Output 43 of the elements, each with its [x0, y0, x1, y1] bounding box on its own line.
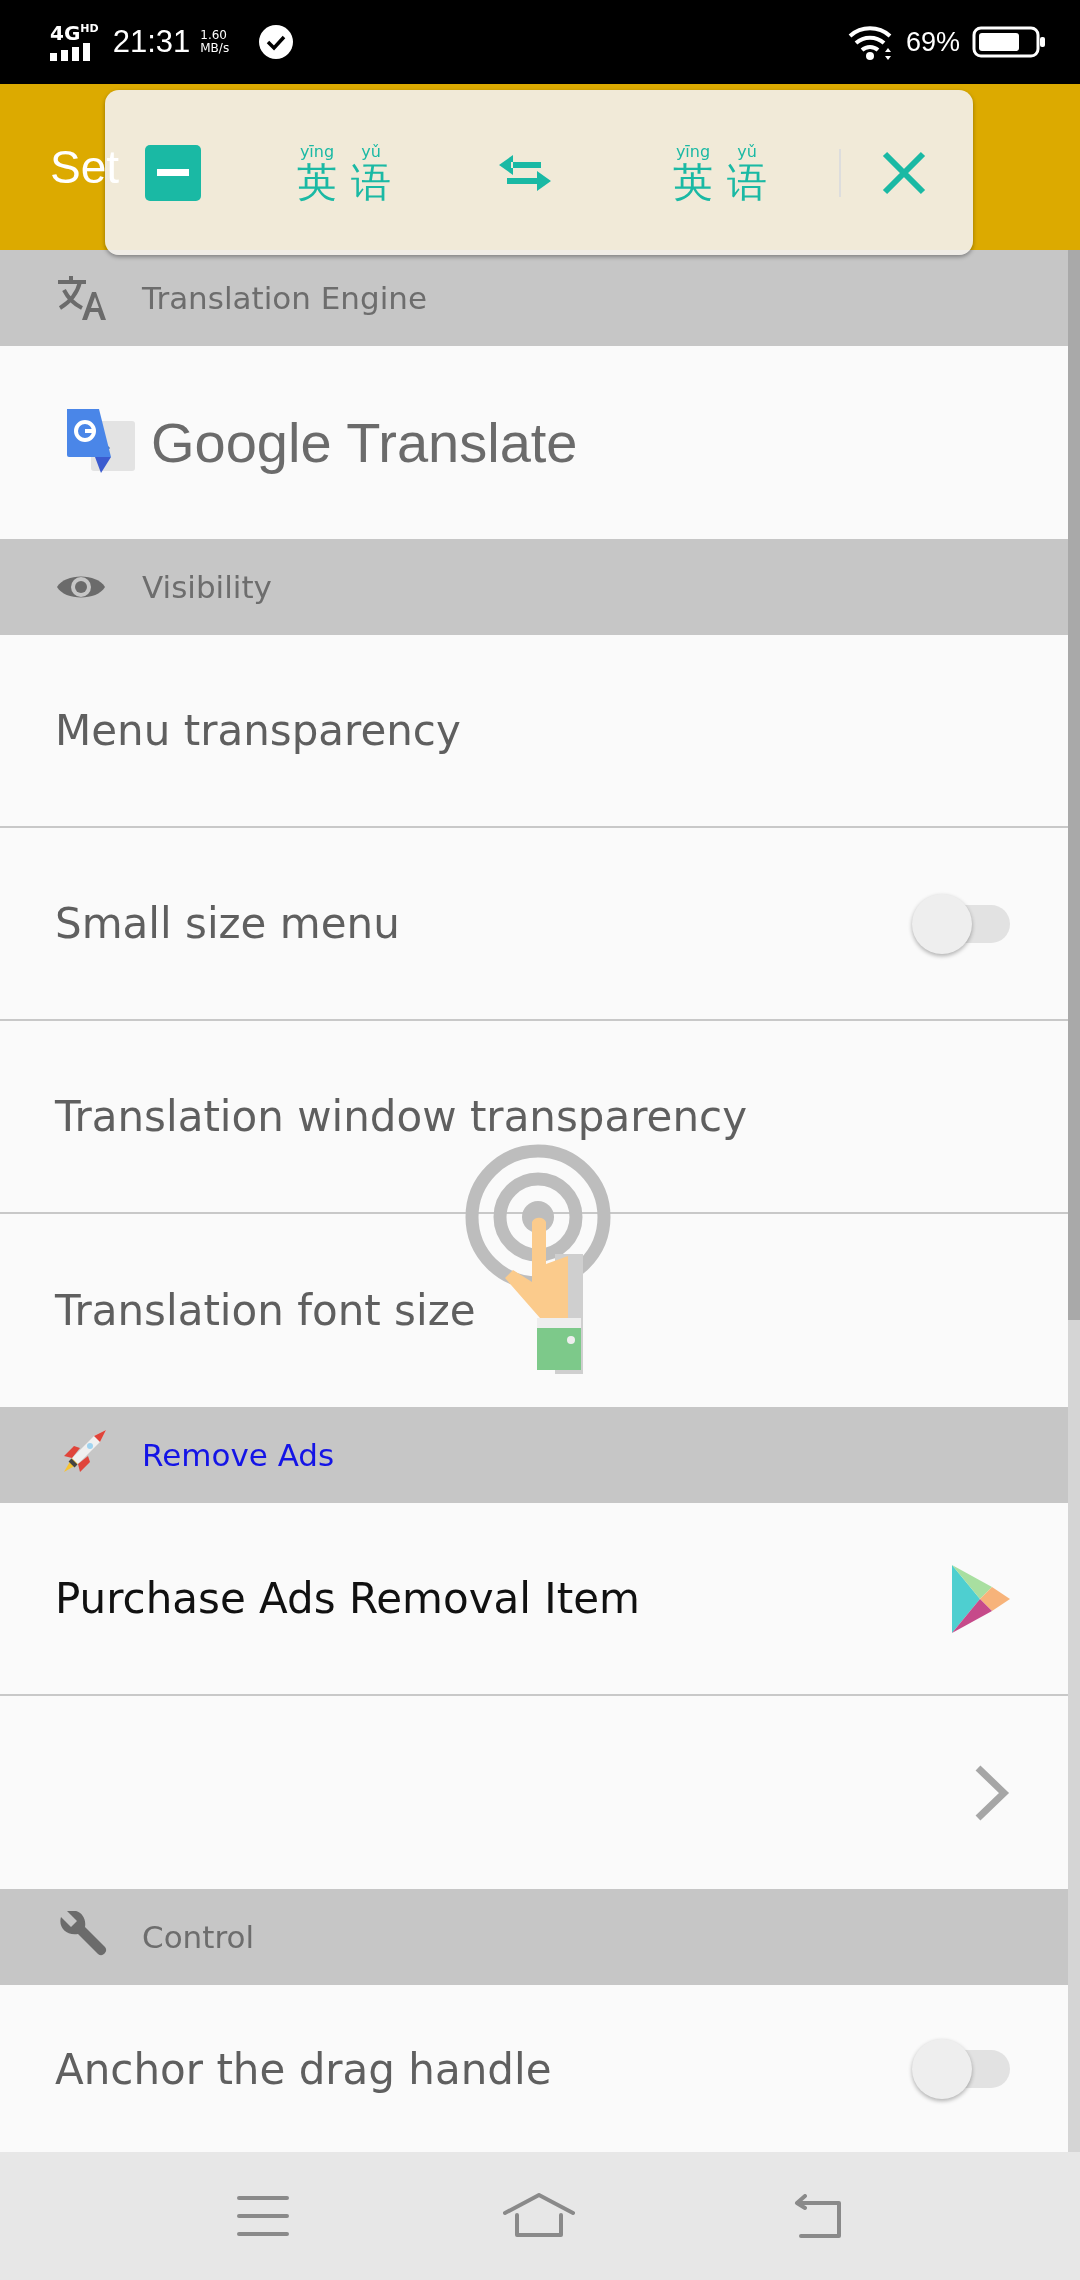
- menu-icon[interactable]: [237, 2195, 289, 2237]
- translate-icon: [56, 274, 106, 322]
- settings-row[interactable]: Purchase Ads Removal Item: [0, 1503, 1068, 1696]
- swap-icon[interactable]: [497, 152, 553, 193]
- network-label: HD: [80, 23, 99, 34]
- setting-label: Anchor the drag handle: [55, 2044, 553, 2094]
- settings-row[interactable]: Small size menu: [0, 828, 1068, 1021]
- language-character: 语: [351, 161, 391, 202]
- close-icon[interactable]: [881, 149, 927, 196]
- minimize-button[interactable]: [145, 144, 201, 201]
- battery-icon: [972, 26, 1046, 58]
- settings-row[interactable]: Translation font size: [0, 1214, 1068, 1407]
- setting-label: Translation window transparency: [55, 1092, 748, 1141]
- scrollbar-thumb[interactable]: [1068, 250, 1080, 1320]
- wifi-icon: [847, 24, 894, 60]
- pinyin: yīng: [675, 143, 711, 160]
- battery-percent: 69%: [905, 26, 960, 58]
- section-title: Control: [142, 1919, 255, 1955]
- language-character: 语: [727, 161, 767, 202]
- clock: 21:31: [112, 24, 191, 60]
- setting-label: Small size menu: [55, 899, 401, 948]
- language-character: 英: [673, 161, 713, 202]
- toggle-switch[interactable]: [912, 2039, 1012, 2099]
- pinyin: yǔ: [737, 143, 757, 160]
- setting-label: Translation font size: [55, 1286, 477, 1335]
- network-type: 4G: [50, 23, 81, 43]
- pinyin: yǔ: [361, 143, 381, 160]
- setting-label: Purchase Ads Removal Item: [55, 1574, 641, 1623]
- section-title[interactable]: Remove Ads: [142, 1437, 335, 1473]
- pinyin: yīng: [299, 143, 335, 160]
- check-circle-icon: [259, 25, 294, 59]
- settings-row[interactable]: Anchor the drag handle: [0, 1985, 1068, 2153]
- engine-name: Google Translate: [151, 410, 578, 475]
- language-character: 英: [297, 161, 337, 202]
- home-icon[interactable]: [503, 2193, 575, 2239]
- section-title: Translation Engine: [142, 280, 427, 316]
- toggle-switch[interactable]: [912, 893, 1012, 954]
- speed-unit: MB/s: [200, 42, 230, 56]
- speed-value: 1.60: [200, 28, 228, 42]
- play-store-icon: [950, 1562, 1012, 1635]
- section-title: Visibility: [142, 569, 272, 605]
- setting-label: Menu transparency: [55, 706, 462, 755]
- settings-row[interactable]: Google Translate: [0, 346, 1068, 539]
